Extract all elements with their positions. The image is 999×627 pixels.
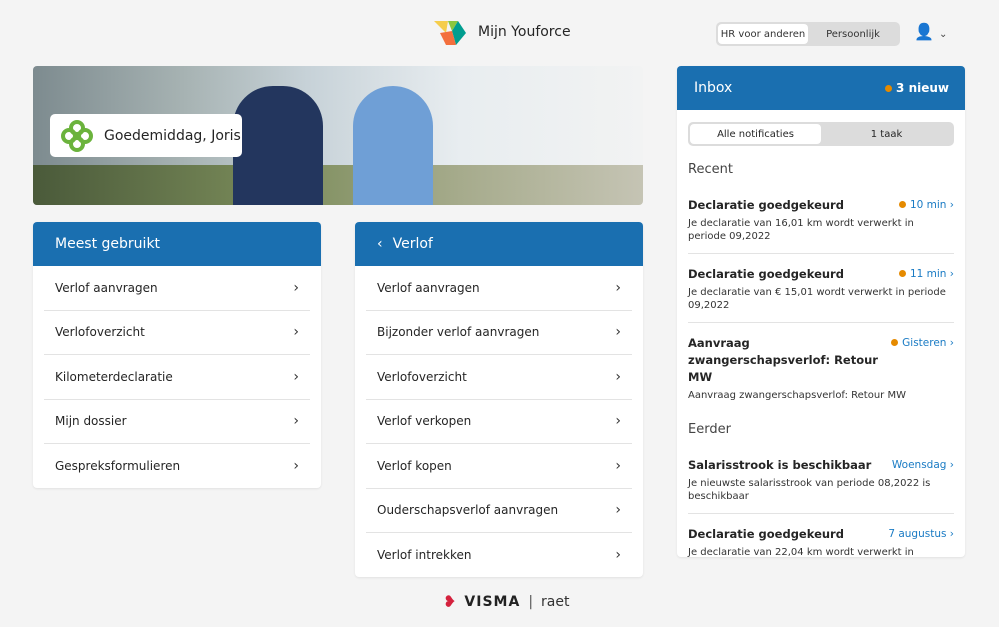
chevron-right-icon: › — [293, 368, 299, 385]
tab-taak[interactable]: 1 taak — [821, 124, 952, 144]
chevron-right-icon: › — [293, 279, 299, 296]
youforce-logo — [434, 21, 466, 45]
menu-item[interactable]: Kilometerdeclaratie › — [44, 355, 310, 400]
back-chevron-icon: ‹ — [377, 236, 383, 252]
chevron-right-icon: › — [615, 547, 621, 564]
verlof-header[interactable]: ‹ Verlof — [355, 222, 643, 266]
app-title: Mijn Youforce — [478, 24, 571, 40]
inbox-tabs: Alle notificaties 1 taak — [688, 122, 954, 146]
hero-banner: Goedemiddag, Joris — [33, 66, 643, 205]
tab-persoonlijk[interactable]: Persoonlijk — [808, 24, 898, 44]
notification-item[interactable]: Declaratie goedgekeurd 11 min › Je declara… — [688, 254, 954, 323]
menu-item[interactable]: Verlof verkopen › — [366, 400, 632, 444]
notification-item[interactable]: Declaratie goedgekeurd 7 augustus › Je dec… — [688, 514, 954, 557]
chevron-right-icon: › — [615, 279, 621, 296]
menu-item[interactable]: Verlof kopen › — [366, 444, 632, 489]
chevron-right-icon: › — [615, 502, 621, 519]
menu-item[interactable]: Bijzonder verlof aanvragen › — [366, 311, 632, 355]
user-icon: 👤 — [914, 22, 934, 41]
chevron-right-icon: › — [615, 324, 621, 341]
tab-hr-voor-anderen[interactable]: HR voor anderen — [718, 24, 808, 44]
greeting-card: Goedemiddag, Joris — [50, 114, 242, 157]
chevron-right-icon: › — [615, 368, 621, 385]
notification-item[interactable]: Salarisstrook is beschikbaar Woensdag › Je… — [688, 445, 954, 514]
menu-item[interactable]: Gespreksformulieren › — [44, 444, 310, 488]
footer-logo: ❥ VISMA | raet — [443, 592, 570, 611]
chevron-right-icon: › — [615, 457, 621, 474]
menu-item[interactable]: Verlofoverzicht › — [44, 311, 310, 355]
most-used-card: Meest gebruikt Verlof aanvragen › Verlofov… — [33, 222, 321, 488]
menu-item[interactable]: Ouderschapsverlof aanvragen › — [366, 489, 632, 533]
chevron-down-icon: ⌄ — [939, 29, 948, 40]
clover-logo — [61, 119, 93, 152]
most-used-title: Meest gebruikt — [33, 222, 321, 266]
inbox-title: Inbox — [694, 80, 733, 96]
tab-alle-notificaties[interactable]: Alle notificaties — [690, 124, 821, 144]
chevron-right-icon: › — [293, 458, 299, 475]
verlof-title: Verlof — [392, 236, 433, 252]
menu-item[interactable]: Verlof intrekken › — [366, 533, 632, 577]
menu-item[interactable]: Verlofoverzicht › — [366, 355, 632, 400]
inbox-card: Inbox 3 nieuw Alle notificaties 1 taak Re… — [677, 66, 965, 557]
chevron-right-icon: › — [293, 324, 299, 341]
new-count: 3 nieuw — [885, 81, 949, 95]
notification-item[interactable]: Aanvraag zwangerschapsverlof: Retour MW G… — [688, 323, 954, 412]
menu-item[interactable]: Verlof aanvragen › — [366, 266, 632, 311]
section-recent: Recent — [688, 162, 733, 177]
verlof-card: ‹ Verlof Verlof aanvragen › Bijzonder verlo… — [355, 222, 643, 577]
role-switch: HR voor anderen Persoonlijk — [716, 22, 900, 46]
section-eerder: Eerder — [688, 422, 731, 437]
greeting-text: Goedemiddag, Joris — [104, 127, 241, 144]
chevron-right-icon: › — [293, 413, 299, 430]
chevron-right-icon: › — [615, 413, 621, 430]
menu-item[interactable]: Verlof aanvragen › — [44, 266, 310, 311]
notification-item[interactable]: Declaratie goedgekeurd 10 min › Je declara… — [688, 185, 954, 254]
menu-item[interactable]: Mijn dossier › — [44, 400, 310, 444]
user-menu[interactable]: 👤 ⌄ — [914, 22, 947, 41]
